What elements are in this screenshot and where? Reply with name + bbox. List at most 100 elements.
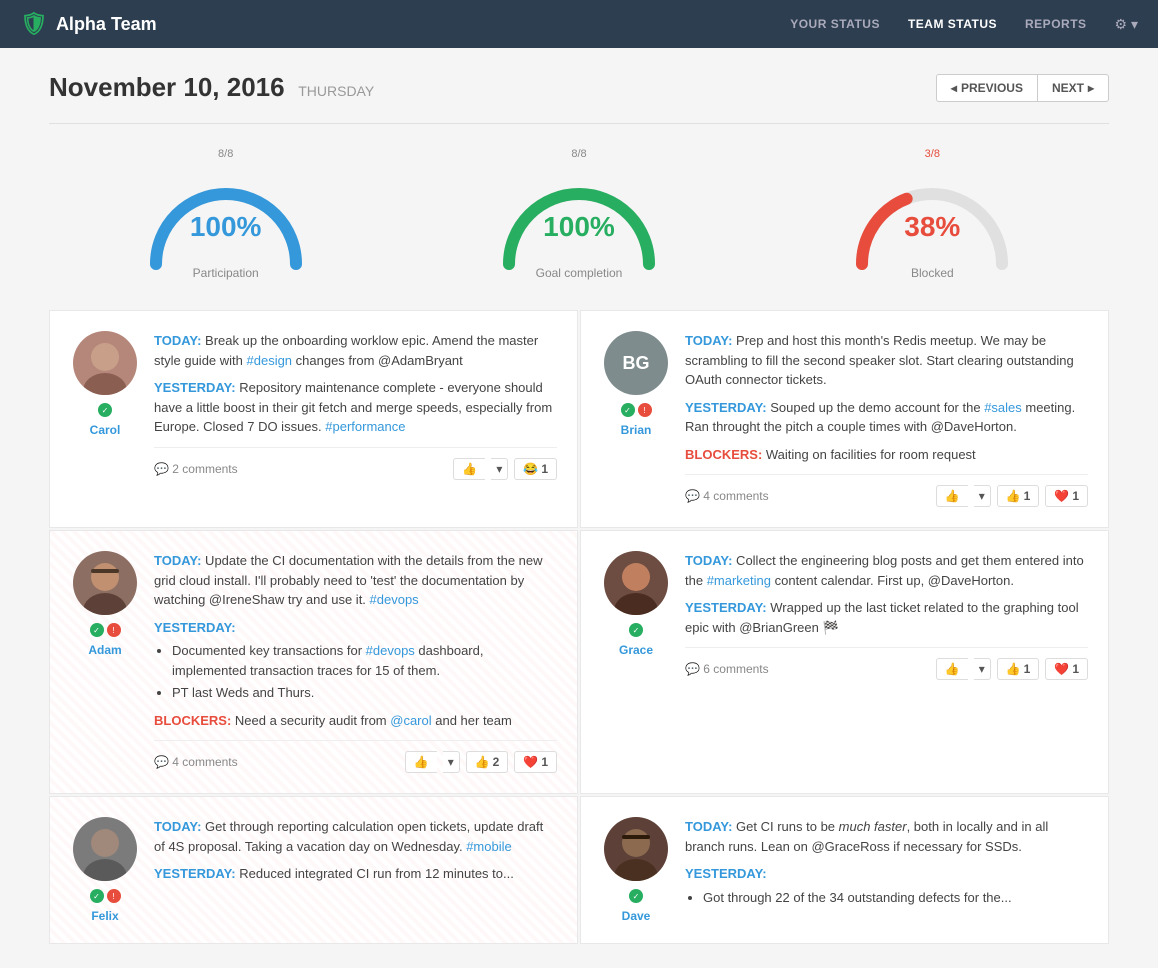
felix-content: TODAY: Get through reporting calculation… [154,817,557,923]
grace-thumbs-dropdown[interactable]: ▾ [974,658,991,680]
settings-button[interactable]: ⚙ ▾ [1115,16,1138,33]
adam-status-red: ! [107,623,121,637]
grace-status-green: ✓ [629,623,643,637]
carol-status-green: ✓ [98,403,112,417]
grace-avatar [604,551,668,615]
grace-thumbs-btn[interactable]: 👍 [936,658,968,680]
participation-gauge: 8/8 100% Participation [49,148,402,280]
adam-bullet-2: PT last Weds and Thurs. [172,683,557,703]
adam-heart-btn[interactable]: ❤️ 1 [514,751,557,773]
adam-actions: 💬 4 comments 👍 ▾ 👍 2 ❤️ 1 [154,740,557,773]
nav-logo: 🛡 Alpha Team [20,11,157,37]
dave-today: TODAY: Get CI runs to be much faster, bo… [685,817,1088,856]
nav-team-status[interactable]: TEAM STATUS [908,17,997,31]
brian-avatar: BG [604,331,668,395]
dave-status-icons: ✓ [629,889,643,903]
dave-yesterday-label: YESTERDAY: [685,866,767,881]
brian-thumbs-btn[interactable]: 👍 [936,485,968,507]
card-adam: ✓ ! Adam TODAY: Update the CI documentat… [49,530,578,794]
adam-thumbs-dropdown[interactable]: ▾ [443,751,460,773]
brian-today: TODAY: Prep and host this month's Redis … [685,331,1088,390]
brian-blockers: BLOCKERS: Waiting on facilities for room… [685,445,1088,465]
gauges-section: 8/8 100% Participation 8/8 [49,148,1109,280]
grace-avatar-wrap: ✓ Grace [601,551,671,680]
date-display: November 10, 2016 THURSDAY [49,72,374,103]
felix-status-green: ✓ [90,889,104,903]
adam-yesterday-bullets: Documented key transactions for #devops … [154,641,557,703]
card-grace: ✓ Grace TODAY: Collect the engineering b… [580,530,1109,794]
carol-today: TODAY: Break up the onboarding worklow e… [154,331,557,370]
grace-thumbs-count[interactable]: 👍 1 [997,658,1040,680]
date-navigation: ◂ PREVIOUS NEXT ▸ [936,74,1109,102]
participation-pct: 100% [190,211,262,243]
brian-status-green: ✓ [621,403,635,417]
dave-bullet-1: Got through 22 of the 34 outstanding def… [703,888,1088,908]
carol-thumbs-dropdown[interactable]: ▾ [491,458,508,480]
adam-comments[interactable]: 💬 4 comments [154,755,238,769]
grace-yesterday: YESTERDAY: Wrapped up the last ticket re… [685,598,1088,637]
brian-today-label: TODAY: [685,333,732,348]
dave-yesterday: YESTERDAY: Got through 22 of the 34 outs… [685,864,1088,907]
carol-yesterday-label: YESTERDAY: [154,380,236,395]
felix-name: Felix [91,909,118,923]
brian-name: Brian [621,423,652,437]
brian-status-icons: ✓ ! [621,403,652,417]
cards-grid: ✓ Carol TODAY: Break up the onboarding w… [49,310,1109,944]
felix-status-icons: ✓ ! [90,889,121,903]
dave-avatar-wrap: ✓ Dave [601,817,671,923]
dave-status-green: ✓ [629,889,643,903]
grace-comments[interactable]: 💬 6 comments [685,662,769,676]
grace-marketing-link[interactable]: #marketing [707,573,771,588]
date-title: November 10, 2016 [49,72,285,102]
carol-comments[interactable]: 💬 2 comments [154,462,238,476]
grace-today: TODAY: Collect the engineering blog post… [685,551,1088,590]
brian-heart-btn[interactable]: ❤️ 1 [1045,485,1088,507]
carol-actions: 💬 2 comments 👍 ▾ 😂 1 [154,447,557,480]
brian-content: TODAY: Prep and host this month's Redis … [685,331,1088,507]
carol-avatar-wrap: ✓ Carol [70,331,140,480]
dave-name: Dave [622,909,651,923]
brian-comments[interactable]: 💬 4 comments [685,489,769,503]
adam-today-label: TODAY: [154,553,201,568]
carol-performance-link[interactable]: #performance [325,419,405,434]
felix-today: TODAY: Get through reporting calculation… [154,817,557,856]
adam-thumbs-btn[interactable]: 👍 [405,751,437,773]
carol-laugh-btn[interactable]: 😂 1 [514,458,557,480]
felix-today-label: TODAY: [154,819,201,834]
felix-yesterday-label: YESTERDAY: [154,866,236,881]
grace-photo [604,551,668,615]
felix-mobile-link[interactable]: #mobile [466,839,512,854]
nav-your-status[interactable]: YOUR STATUS [790,17,880,31]
felix-status-red: ! [107,889,121,903]
grace-heart-btn[interactable]: ❤️ 1 [1045,658,1088,680]
adam-photo [73,551,137,615]
adam-reactions: 👍 ▾ 👍 2 ❤️ 1 [405,751,557,773]
carol-avatar [73,331,137,395]
adam-status-icons: ✓ ! [90,623,121,637]
card-felix: ✓ ! Felix TODAY: Get through reporting c… [49,796,578,944]
blocked-gauge: 3/8 38% Blocked [756,148,1109,280]
brian-thumbs-dropdown[interactable]: ▾ [974,485,991,507]
brian-avatar-wrap: BG ✓ ! Brian [601,331,671,507]
brian-thumbs-count[interactable]: 👍 1 [997,485,1040,507]
grace-name: Grace [619,643,653,657]
felix-yesterday: YESTERDAY: Reduced integrated CI run fro… [154,864,557,884]
adam-carol-link[interactable]: @carol [390,713,431,728]
brian-yesterday-label: YESTERDAY: [685,400,767,415]
adam-today: TODAY: Update the CI documentation with … [154,551,557,610]
dave-avatar [604,817,668,881]
adam-devops2-link[interactable]: #devops [366,643,415,658]
previous-button[interactable]: ◂ PREVIOUS [936,74,1037,102]
blocked-pct: 38% [904,211,960,243]
adam-thumbs-count[interactable]: 👍 2 [466,751,509,773]
adam-devops-link[interactable]: #devops [370,592,419,607]
carol-design-link[interactable]: #design [247,353,293,368]
brian-sales-link[interactable]: #sales [984,400,1022,415]
carol-thumbs-btn[interactable]: 👍 [453,458,485,480]
carol-name: Carol [90,423,121,437]
date-day: THURSDAY [298,83,374,99]
next-button[interactable]: NEXT ▸ [1037,74,1109,102]
nav-reports[interactable]: REPORTS [1025,17,1087,31]
adam-blockers: BLOCKERS: Need a security audit from @ca… [154,711,557,731]
carol-content: TODAY: Break up the onboarding worklow e… [154,331,557,480]
